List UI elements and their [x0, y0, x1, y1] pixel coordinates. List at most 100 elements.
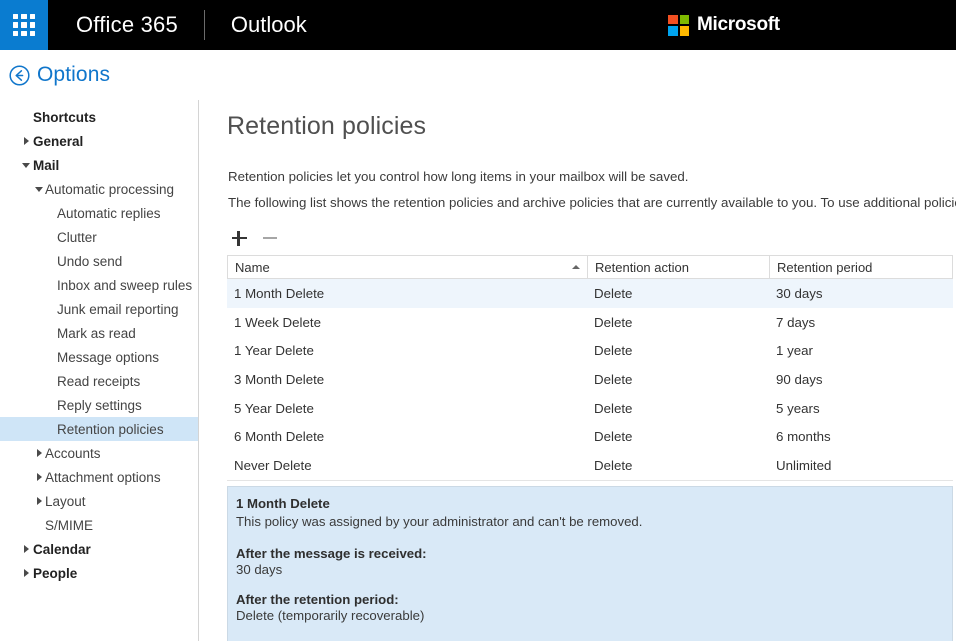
sidebar-item-label: Junk email reporting: [57, 302, 179, 317]
chevron-right-icon[interactable]: [34, 496, 44, 506]
sidebar-item-layout[interactable]: Layout: [0, 489, 198, 513]
sidebar-item-people[interactable]: People: [0, 561, 198, 585]
sidebar-item-calendar[interactable]: Calendar: [0, 537, 198, 561]
chevron-right-icon[interactable]: [21, 136, 31, 146]
microsoft-wordmark: Microsoft: [697, 14, 780, 36]
sidebar-item-reply-settings[interactable]: Reply settings: [0, 393, 198, 417]
sidebar-item-general[interactable]: General: [0, 129, 198, 153]
main-content: Retention policies Retention policies le…: [200, 100, 956, 641]
sidebar-item-label: Accounts: [45, 446, 101, 461]
sidebar-item-accounts[interactable]: Accounts: [0, 441, 198, 465]
back-to-mail-link[interactable]: Options: [9, 63, 110, 87]
app-launcher-button[interactable]: [0, 0, 48, 50]
sidebar-item-automatic-processing[interactable]: Automatic processing: [0, 177, 198, 201]
cell-name: 5 Year Delete: [227, 401, 587, 416]
sidebar-item-s-mime[interactable]: S/MIME: [0, 513, 198, 537]
chevron-right-icon[interactable]: [34, 448, 44, 458]
table-row[interactable]: 1 Week DeleteDelete7 days: [227, 308, 953, 337]
policy-detail-panel: 1 Month Delete This policy was assigned …: [227, 486, 953, 641]
outlook-app-link[interactable]: Outlook: [205, 12, 307, 38]
policy-toolbar: [228, 225, 282, 251]
microsoft-squares-icon: [668, 15, 689, 36]
back-arrow-circle-icon: [9, 65, 30, 86]
sidebar-item-attachment-options[interactable]: Attachment options: [0, 465, 198, 489]
sidebar-item-label: Retention policies: [57, 422, 164, 437]
sidebar-item-label: People: [33, 566, 77, 581]
table-row[interactable]: 5 Year DeleteDelete5 years: [227, 394, 953, 423]
sidebar-item-label: Shortcuts: [33, 110, 96, 125]
cell-name: 1 Month Delete: [227, 286, 587, 301]
table-row[interactable]: 6 Month DeleteDelete6 months: [227, 422, 953, 451]
cell-action: Delete: [587, 286, 769, 301]
sidebar-item-label: Attachment options: [45, 470, 161, 485]
description-line-1: Retention policies let you control how l…: [228, 169, 688, 184]
cell-action: Delete: [587, 429, 769, 444]
cell-period: 7 days: [769, 315, 953, 330]
chevron-right-icon[interactable]: [34, 472, 44, 482]
office365-brand-link[interactable]: Office 365: [48, 12, 204, 38]
detail-policy-name: 1 Month Delete: [236, 496, 940, 511]
table-body: 1 Month DeleteDelete30 days1 Week Delete…: [227, 279, 953, 481]
cell-name: 1 Week Delete: [227, 315, 587, 330]
sidebar-item-label: Automatic replies: [57, 206, 161, 221]
table-row[interactable]: 1 Month DeleteDelete30 days: [227, 279, 953, 308]
sidebar-item-message-options[interactable]: Message options: [0, 345, 198, 369]
cell-name: Never Delete: [227, 458, 587, 473]
sidebar-item-label: Automatic processing: [45, 182, 174, 197]
detail-policy-note: This policy was assigned by your adminis…: [236, 513, 940, 531]
triangle-glyph: [22, 163, 30, 168]
column-header-name[interactable]: Name: [228, 256, 588, 278]
cell-action: Delete: [587, 372, 769, 387]
sidebar-item-shortcuts[interactable]: Shortcuts: [0, 105, 198, 129]
options-sidebar[interactable]: Shortcuts General Mail Automatic processing…: [0, 100, 199, 641]
detail-retention-value: Delete (temporarily recoverable): [236, 608, 940, 623]
sort-ascending-icon: [572, 265, 580, 269]
suite-header-bar: Office 365 Outlook Microsoft: [0, 0, 956, 50]
sidebar-item-mark-as-read[interactable]: Mark as read: [0, 321, 198, 345]
microsoft-logo: Microsoft: [668, 14, 780, 36]
sidebar-item-read-receipts[interactable]: Read receipts: [0, 369, 198, 393]
chevron-right-icon[interactable]: [21, 568, 31, 578]
column-header-retention-period-label: Retention period: [777, 260, 872, 275]
chevron-right-icon[interactable]: [21, 544, 31, 554]
triangle-glyph: [37, 473, 42, 481]
chevron-down-icon[interactable]: [21, 160, 31, 170]
cell-period: 6 months: [769, 429, 953, 444]
cell-period: 1 year: [769, 343, 953, 358]
sidebar-item-label: Inbox and sweep rules: [57, 278, 192, 293]
sidebar-item-junk-email-reporting[interactable]: Junk email reporting: [0, 297, 198, 321]
column-header-retention-action[interactable]: Retention action: [588, 256, 770, 278]
sidebar-item-label: Mark as read: [57, 326, 136, 341]
sidebar-item-clutter[interactable]: Clutter: [0, 225, 198, 249]
column-header-retention-action-label: Retention action: [595, 260, 689, 275]
cell-action: Delete: [587, 315, 769, 330]
detail-received-label: After the message is received:: [236, 546, 940, 561]
triangle-glyph: [35, 187, 43, 192]
cell-period: 5 years: [769, 401, 953, 416]
table-row[interactable]: 1 Year DeleteDelete1 year: [227, 336, 953, 365]
column-header-retention-period[interactable]: Retention period: [770, 256, 952, 278]
sidebar-item-label: Read receipts: [57, 374, 140, 389]
cell-period: Unlimited: [769, 458, 953, 473]
sidebar-item-undo-send[interactable]: Undo send: [0, 249, 198, 273]
sidebar-item-label: Mail: [33, 158, 59, 173]
sidebar-item-label: General: [33, 134, 83, 149]
triangle-glyph: [37, 497, 42, 505]
add-policy-button[interactable]: [228, 225, 250, 251]
sidebar-item-label: Calendar: [33, 542, 91, 557]
cell-period: 90 days: [769, 372, 953, 387]
description-line-2: The following list shows the retention p…: [228, 195, 956, 210]
cell-action: Delete: [587, 458, 769, 473]
sidebar-item-mail[interactable]: Mail: [0, 153, 198, 177]
sidebar-item-inbox-and-sweep-rules[interactable]: Inbox and sweep rules: [0, 273, 198, 297]
sidebar-item-label: Reply settings: [57, 398, 142, 413]
table-header-row: Name Retention action Retention period: [227, 255, 953, 279]
sidebar-item-retention-policies[interactable]: Retention policies: [0, 417, 198, 441]
triangle-glyph: [37, 449, 42, 457]
remove-policy-button: [260, 225, 282, 251]
sidebar-item-automatic-replies[interactable]: Automatic replies: [0, 201, 198, 225]
detail-retention-label: After the retention period:: [236, 592, 940, 607]
table-row[interactable]: Never DeleteDeleteUnlimited: [227, 451, 953, 480]
table-row[interactable]: 3 Month DeleteDelete90 days: [227, 365, 953, 394]
chevron-down-icon[interactable]: [34, 184, 44, 194]
